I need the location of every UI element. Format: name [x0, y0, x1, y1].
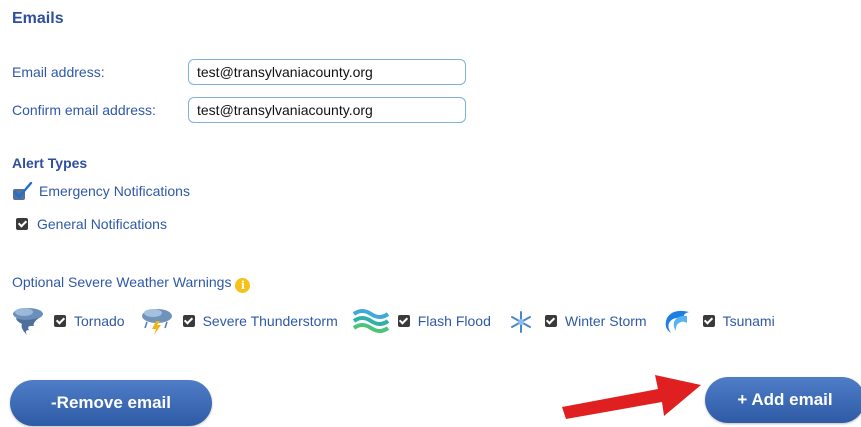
thunderstorm-label: Severe Thunderstorm	[202, 313, 338, 329]
tornado-label: Tornado	[74, 313, 125, 329]
emergency-notifications-option[interactable]: Emergency Notifications	[12, 181, 190, 200]
confirm-email-field[interactable]	[188, 97, 466, 123]
tsunami-checkbox[interactable]	[702, 315, 715, 327]
emergency-checkbox-icon[interactable]	[12, 181, 33, 200]
thunderstorm-checkbox[interactable]	[182, 315, 195, 327]
weather-heading: Optional Severe Weather Warnings i	[12, 274, 251, 293]
email-label: Email address:	[12, 64, 105, 80]
snowflake-icon	[509, 306, 533, 336]
general-checkbox[interactable]	[16, 218, 28, 230]
flood-checkbox[interactable]	[397, 315, 410, 327]
weather-heading-label: Optional Severe Weather Warnings	[12, 274, 232, 290]
winter-storm-label: Winter Storm	[564, 313, 647, 329]
general-notifications-option[interactable]: General Notifications	[16, 216, 167, 232]
alert-types-heading: Alert Types	[12, 155, 88, 171]
winter-storm-checkbox[interactable]	[544, 315, 557, 327]
remove-email-button[interactable]: -Remove email	[10, 380, 212, 426]
confirm-email-label: Confirm email address:	[12, 102, 156, 118]
emergency-notifications-label: Emergency Notifications	[39, 183, 190, 199]
flood-icon	[352, 306, 390, 336]
tornado-checkbox[interactable]	[54, 315, 66, 327]
info-icon[interactable]: i	[235, 278, 251, 293]
add-email-button[interactable]: + Add email	[705, 377, 861, 423]
tsunami-icon	[659, 306, 693, 336]
red-arrow-icon	[558, 362, 703, 422]
tornado-icon	[10, 306, 46, 336]
email-field[interactable]	[188, 59, 466, 85]
weather-options-row: Tornado Severe Thunderstorm Flash Flood	[10, 306, 775, 336]
flood-label: Flash Flood	[417, 313, 491, 329]
general-notifications-label: General Notifications	[37, 216, 167, 232]
thunderstorm-icon	[139, 306, 175, 336]
section-title: Emails	[12, 10, 64, 27]
tsunami-label: Tsunami	[722, 313, 775, 329]
